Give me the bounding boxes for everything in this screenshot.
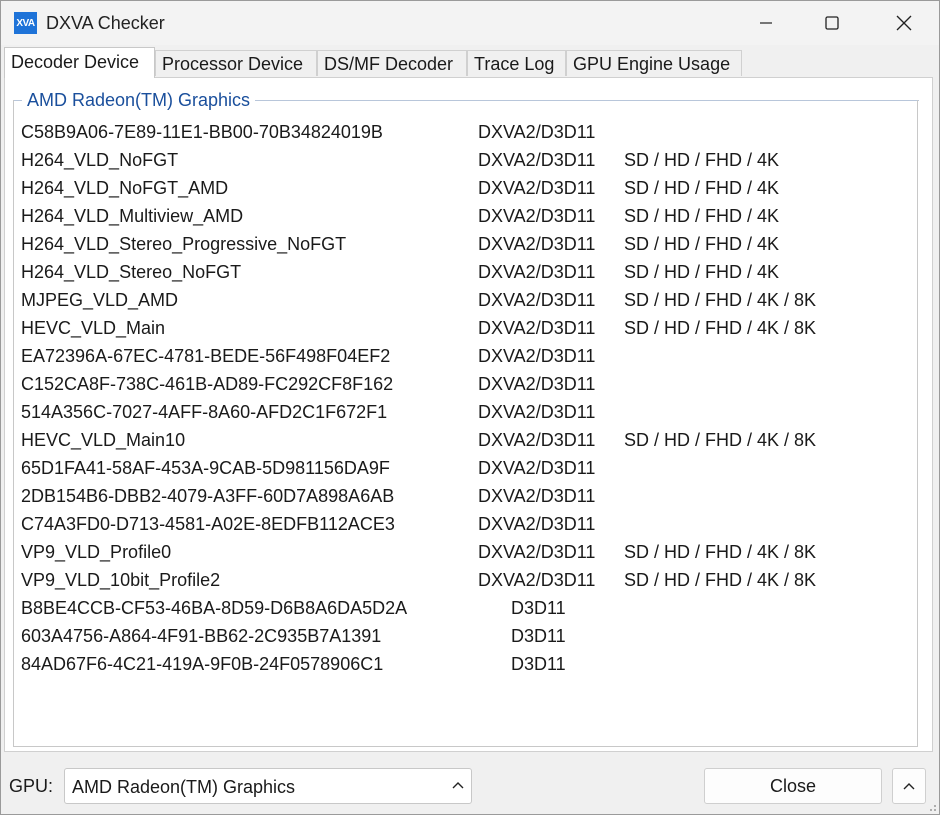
gpu-select[interactable]: AMD Radeon(TM) Graphics: [64, 768, 472, 804]
decoder-resolutions: SD / HD / FHD / 4K / 8K: [624, 430, 817, 450]
decoder-api: DXVA2/D3D11: [478, 346, 596, 366]
decoder-resolutions: SD / HD / FHD / 4K: [624, 178, 780, 198]
decoder-name: 603A4756-A864-4F91-BB62-2C935B7A1391: [21, 626, 382, 646]
title-bar[interactable]: XVA DXVA Checker: [1, 1, 939, 45]
chevron-up-icon: [903, 783, 915, 790]
close-icon: [896, 15, 912, 31]
decoder-resolutions: SD / HD / FHD / 4K / 8K: [624, 570, 817, 590]
tab-gpu-engine-usage[interactable]: GPU Engine Usage: [566, 50, 742, 76]
tab-ds-mf-decoder[interactable]: DS/MF Decoder: [317, 50, 467, 76]
decoder-name: 514A356C-7027-4AFF-8A60-AFD2C1F672F1: [21, 402, 388, 422]
decoder-api: DXVA2/D3D11: [478, 374, 596, 394]
decoder-resolutions: SD / HD / FHD / 4K / 8K: [624, 290, 817, 310]
decoder-api: DXVA2/D3D11: [478, 570, 596, 590]
app-logo-icon: XVA: [14, 12, 37, 34]
decoder-name: 65D1FA41-58AF-453A-9CAB-5D981156DA9F: [21, 458, 390, 478]
decoder-name: HEVC_VLD_Main10: [21, 430, 186, 450]
decoder-api: DXVA2/D3D11: [478, 458, 596, 478]
decoder-api: D3D11: [511, 654, 566, 674]
decoder-api: DXVA2/D3D11: [478, 486, 596, 506]
decoder-api: DXVA2/D3D11: [478, 262, 596, 282]
decoder-api: DXVA2/D3D11: [478, 402, 596, 422]
expand-button[interactable]: [892, 768, 926, 804]
decoder-api: DXVA2/D3D11: [478, 430, 596, 450]
gpu-select-value: AMD Radeon(TM) Graphics: [72, 777, 296, 797]
minimize-icon: [760, 22, 772, 24]
gpu-label: GPU:: [9, 776, 54, 796]
decoder-api: DXVA2/D3D11: [478, 290, 596, 310]
decoder-resolutions: SD / HD / FHD / 4K: [624, 262, 780, 282]
decoder-api: DXVA2/D3D11: [478, 514, 596, 534]
decoder-name: C74A3FD0-D713-4581-A02E-8EDFB112ACE3: [21, 514, 395, 534]
decoder-name: H264_VLD_NoFGT: [21, 150, 179, 170]
decoder-api: DXVA2/D3D11: [478, 234, 596, 254]
decoder-name: B8BE4CCB-CF53-46BA-8D59-D6B8A6DA5D2A: [21, 598, 408, 618]
decoder-name: C152CA8F-738C-461B-AD89-FC292CF8F162: [21, 374, 394, 394]
decoder-name: MJPEG_VLD_AMD: [21, 290, 179, 310]
footer-bar: GPU: AMD Radeon(TM) Graphics Close: [1, 756, 939, 814]
window-close-button[interactable]: [881, 1, 927, 45]
decoder-api: DXVA2/D3D11: [478, 122, 596, 142]
decoder-resolutions: SD / HD / FHD / 4K / 8K: [624, 542, 817, 562]
decoder-name: H264_VLD_Stereo_Progressive_NoFGT: [21, 234, 347, 254]
window-title: DXVA Checker: [46, 13, 165, 33]
decoder-name: EA72396A-67EC-4781-BEDE-56F498F04EF2: [21, 346, 391, 366]
decoder-name: VP9_VLD_10bit_Profile2: [21, 570, 221, 590]
decoder-api: DXVA2/D3D11: [478, 178, 596, 198]
tab-processor-device[interactable]: Processor Device: [155, 50, 317, 76]
decoder-resolutions: SD / HD / FHD / 4K: [624, 234, 780, 254]
decoder-name: 2DB154B6-DBB2-4079-A3FF-60D7A898A6AB: [21, 486, 395, 506]
decoder-name: H264_VLD_Stereo_NoFGT: [21, 262, 242, 282]
decoder-resolutions: SD / HD / FHD / 4K / 8K: [624, 318, 817, 338]
decoder-resolutions: SD / HD / FHD / 4K: [624, 206, 780, 226]
decoder-name: HEVC_VLD_Main: [21, 318, 166, 338]
maximize-button[interactable]: [809, 1, 855, 45]
minimize-button[interactable]: [743, 1, 789, 45]
app-window: XVA DXVA Checker Decoder Device Processo…: [0, 0, 940, 815]
decoder-api: DXVA2/D3D11: [478, 150, 596, 170]
decoder-device-panel: AMD Radeon(TM) Graphics C58B9A06-7E89-11…: [4, 77, 933, 752]
decoder-name: H264_VLD_NoFGT_AMD: [21, 178, 229, 198]
maximize-icon: [825, 16, 839, 30]
decoder-name: VP9_VLD_Profile0: [21, 542, 172, 562]
tab-decoder-device[interactable]: Decoder Device: [4, 47, 155, 78]
decoder-api: DXVA2/D3D11: [478, 206, 596, 226]
resize-grip-icon[interactable]: [927, 802, 937, 812]
decoder-api: D3D11: [511, 626, 566, 646]
groupbox-title: AMD Radeon(TM) Graphics: [22, 90, 256, 111]
tab-trace-log[interactable]: Trace Log: [467, 50, 566, 76]
decoder-name: H264_VLD_Multiview_AMD: [21, 206, 244, 226]
decoder-name: 84AD67F6-4C21-419A-9F0B-24F0578906C1: [21, 654, 384, 674]
decoder-api: D3D11: [511, 598, 566, 618]
chevron-up-icon: [452, 782, 464, 789]
close-button[interactable]: Close: [704, 768, 882, 804]
decoder-name: C58B9A06-7E89-11E1-BB00-70B34824019B: [21, 122, 383, 142]
decoder-api: DXVA2/D3D11: [478, 318, 596, 338]
decoder-api: DXVA2/D3D11: [478, 542, 596, 562]
decoder-resolutions: SD / HD / FHD / 4K: [624, 150, 780, 170]
